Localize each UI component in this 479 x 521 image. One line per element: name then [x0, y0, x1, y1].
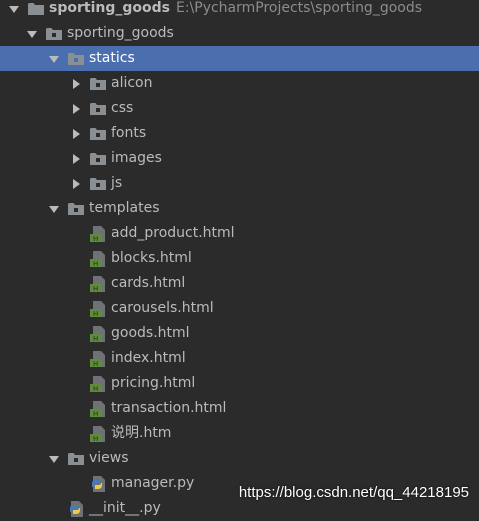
html-file-icon: H: [90, 400, 106, 418]
html-file-icon: H: [90, 425, 106, 443]
tree-label: templates: [89, 200, 160, 216]
tree-row-file[interactable]: H index.html: [0, 346, 479, 371]
tree-label: __init__.py: [89, 500, 161, 516]
tree-label: js: [111, 175, 123, 191]
tree-label: views: [89, 450, 129, 466]
tree-label: fonts: [111, 125, 147, 141]
html-file-icon: H: [90, 350, 106, 368]
tree-row-app-folder[interactable]: sporting_goods: [0, 21, 479, 46]
svg-text:H: H: [93, 335, 98, 342]
tree-label: carousels.html: [111, 300, 214, 316]
tree-row-file[interactable]: H 说明.htm: [0, 421, 479, 446]
tree-row-file[interactable]: H goods.html: [0, 321, 479, 346]
tree-row-file[interactable]: H pricing.html: [0, 371, 479, 396]
tree-label: alicon: [111, 75, 153, 91]
collapse-arrow-icon[interactable]: [70, 78, 82, 90]
tree-row-js[interactable]: js: [0, 171, 479, 196]
folder-icon: [68, 52, 84, 66]
collapse-arrow-icon[interactable]: [70, 153, 82, 165]
folder-icon: [68, 202, 84, 216]
folder-icon: [90, 177, 106, 191]
tree-row-file[interactable]: H carousels.html: [0, 296, 479, 321]
expand-arrow-icon[interactable]: [48, 203, 60, 215]
svg-text:H: H: [93, 285, 98, 292]
tree-row-statics[interactable]: statics: [0, 46, 479, 71]
svg-text:H: H: [93, 310, 98, 317]
module-folder-icon: [46, 27, 62, 41]
svg-text:H: H: [93, 435, 98, 442]
collapse-arrow-icon[interactable]: [70, 128, 82, 140]
expand-arrow-icon[interactable]: [26, 28, 38, 40]
tree-label: add_product.html: [111, 225, 235, 241]
html-file-icon: H: [90, 250, 106, 268]
expand-arrow-icon[interactable]: [48, 53, 60, 65]
folder-icon: [68, 452, 84, 466]
project-name: sporting_goods: [49, 0, 170, 16]
tree-label: sporting_goods: [67, 25, 174, 41]
folder-icon: [90, 152, 106, 166]
python-file-icon: [90, 475, 106, 492]
tree-label: manager.py: [111, 475, 195, 491]
folder-icon: [90, 102, 106, 116]
tree-row-css[interactable]: css: [0, 96, 479, 121]
python-file-icon: [68, 500, 84, 517]
html-file-icon: H: [90, 275, 106, 293]
tree-label: goods.html: [111, 325, 190, 341]
tree-row-project-root[interactable]: sporting_goods E:\PycharmProjects\sporti…: [0, 0, 479, 21]
svg-text:H: H: [93, 235, 98, 242]
tree-row-fonts[interactable]: fonts: [0, 121, 479, 146]
svg-text:H: H: [93, 385, 98, 392]
expand-arrow-icon[interactable]: [48, 453, 60, 465]
svg-text:H: H: [93, 260, 98, 267]
html-file-icon: H: [90, 300, 106, 318]
tree-label: pricing.html: [111, 375, 196, 391]
html-file-icon: H: [90, 225, 106, 243]
tree-row-templates[interactable]: templates: [0, 196, 479, 221]
tree-row-alicon[interactable]: alicon: [0, 71, 479, 96]
tree-label: 说明.htm: [111, 425, 172, 441]
collapse-arrow-icon[interactable]: [70, 103, 82, 115]
watermark-url: https://blog.csdn.net/qq_44218195: [238, 484, 469, 501]
tree-label: blocks.html: [111, 250, 192, 266]
expand-arrow-icon[interactable]: [8, 3, 20, 15]
tree-row-file[interactable]: H cards.html: [0, 271, 479, 296]
folder-icon: [28, 2, 44, 16]
folder-icon: [90, 127, 106, 141]
tree-label: images: [111, 150, 162, 166]
tree-label: css: [111, 100, 134, 116]
tree-row-images[interactable]: images: [0, 146, 479, 171]
tree-row-views[interactable]: views: [0, 446, 479, 471]
svg-text:H: H: [93, 410, 98, 417]
collapse-arrow-icon[interactable]: [70, 178, 82, 190]
html-file-icon: H: [90, 325, 106, 343]
tree-label: cards.html: [111, 275, 186, 291]
tree-row-file[interactable]: H transaction.html: [0, 396, 479, 421]
folder-icon: [90, 77, 106, 91]
tree-row-file[interactable]: H add_product.html: [0, 221, 479, 246]
html-file-icon: H: [90, 375, 106, 393]
tree-row-file[interactable]: H blocks.html: [0, 246, 479, 271]
project-path: E:\PycharmProjects\sporting_goods: [175, 0, 423, 16]
tree-label: index.html: [111, 350, 186, 366]
project-tree: sporting_goods E:\PycharmProjects\sporti…: [0, 0, 479, 521]
tree-label: transaction.html: [111, 400, 227, 416]
svg-text:H: H: [93, 360, 98, 367]
tree-label: statics: [89, 50, 135, 66]
